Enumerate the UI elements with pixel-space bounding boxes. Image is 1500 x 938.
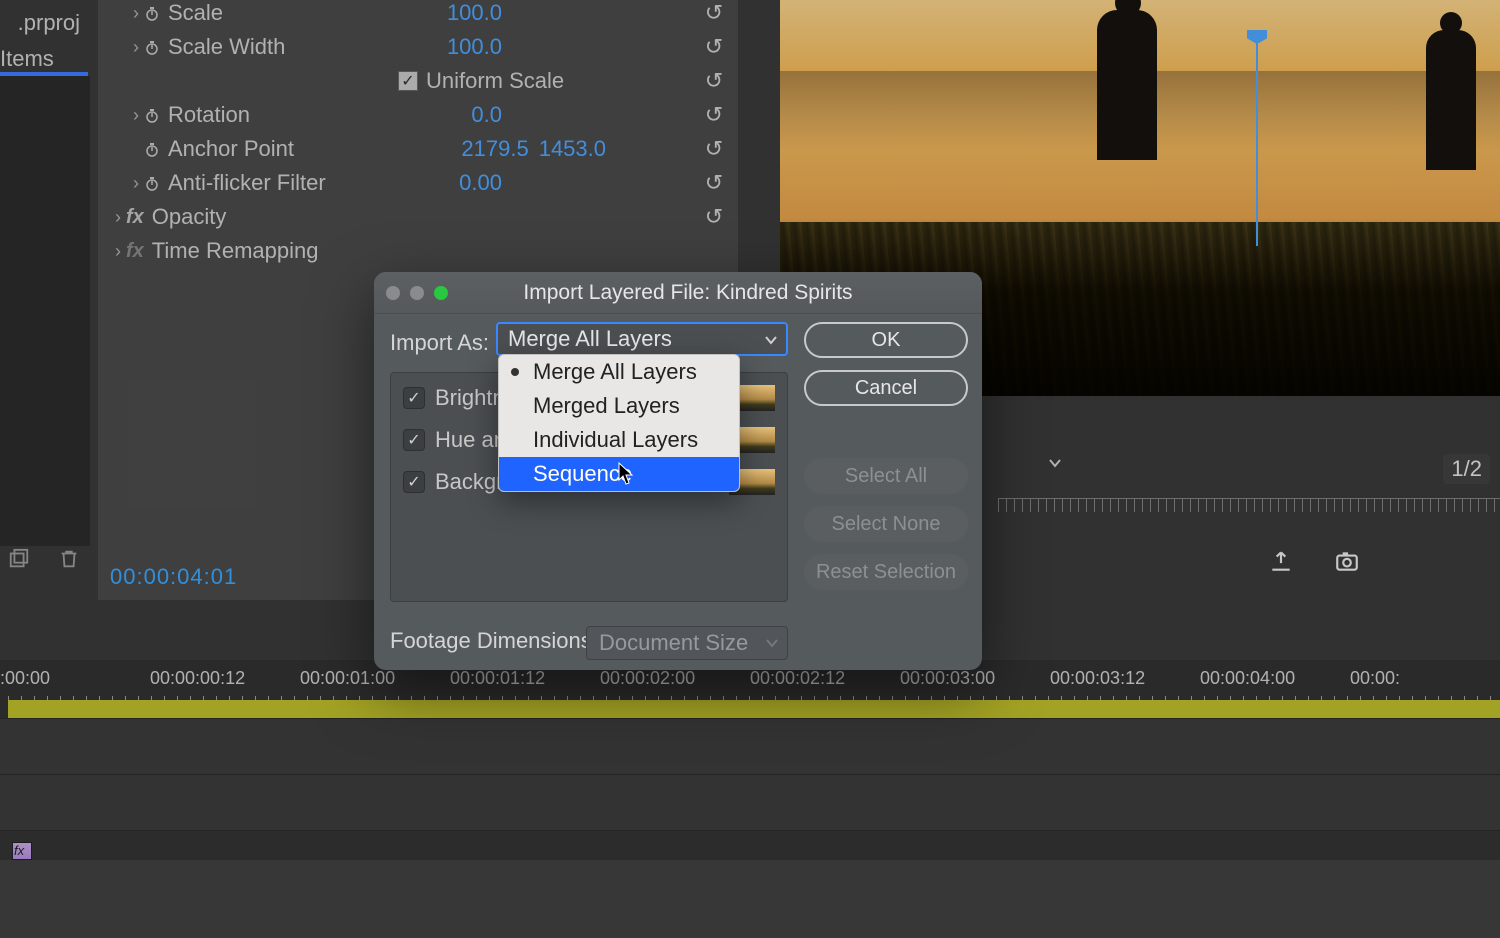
import-as-value: Merge All Layers <box>508 326 672 352</box>
dropdown-option[interactable]: Individual Layers <box>499 423 739 457</box>
chevron-down-icon <box>765 636 779 650</box>
select-none-button: Select None <box>804 506 968 542</box>
dialog-title: Import Layered File: Kindred Spirits <box>406 281 970 305</box>
chevron-down-icon <box>764 333 778 347</box>
layer-checkbox[interactable]: ✓ <box>403 429 425 451</box>
cancel-button[interactable]: Cancel <box>804 370 968 406</box>
layer-name: Brightn <box>435 385 505 411</box>
footage-dimensions-value: Document Size <box>599 630 748 656</box>
ok-button[interactable]: OK <box>804 322 968 358</box>
layer-name: Hue an <box>435 427 506 453</box>
dropdown-option[interactable]: Merge All Layers <box>499 355 739 389</box>
footage-dimensions-dropdown: Document Size <box>586 626 788 660</box>
layer-name: Backgr <box>435 469 503 495</box>
select-all-button: Select All <box>804 458 968 494</box>
dialog-titlebar[interactable]: Import Layered File: Kindred Spirits <box>374 272 982 314</box>
import-as-label: Import As: <box>390 330 489 356</box>
cursor-icon <box>618 462 636 486</box>
import-layered-file-dialog: Import Layered File: Kindred Spirits Imp… <box>374 272 982 670</box>
layer-checkbox[interactable]: ✓ <box>403 387 425 409</box>
dropdown-option[interactable]: Merged Layers <box>499 389 739 423</box>
layer-checkbox[interactable]: ✓ <box>403 471 425 493</box>
footage-dimensions-label: Footage Dimensions: <box>390 628 598 654</box>
import-as-dropdown[interactable]: Merge All Layers <box>496 322 788 356</box>
reset-selection-button: Reset Selection <box>804 554 968 590</box>
window-close-icon[interactable] <box>386 286 400 300</box>
